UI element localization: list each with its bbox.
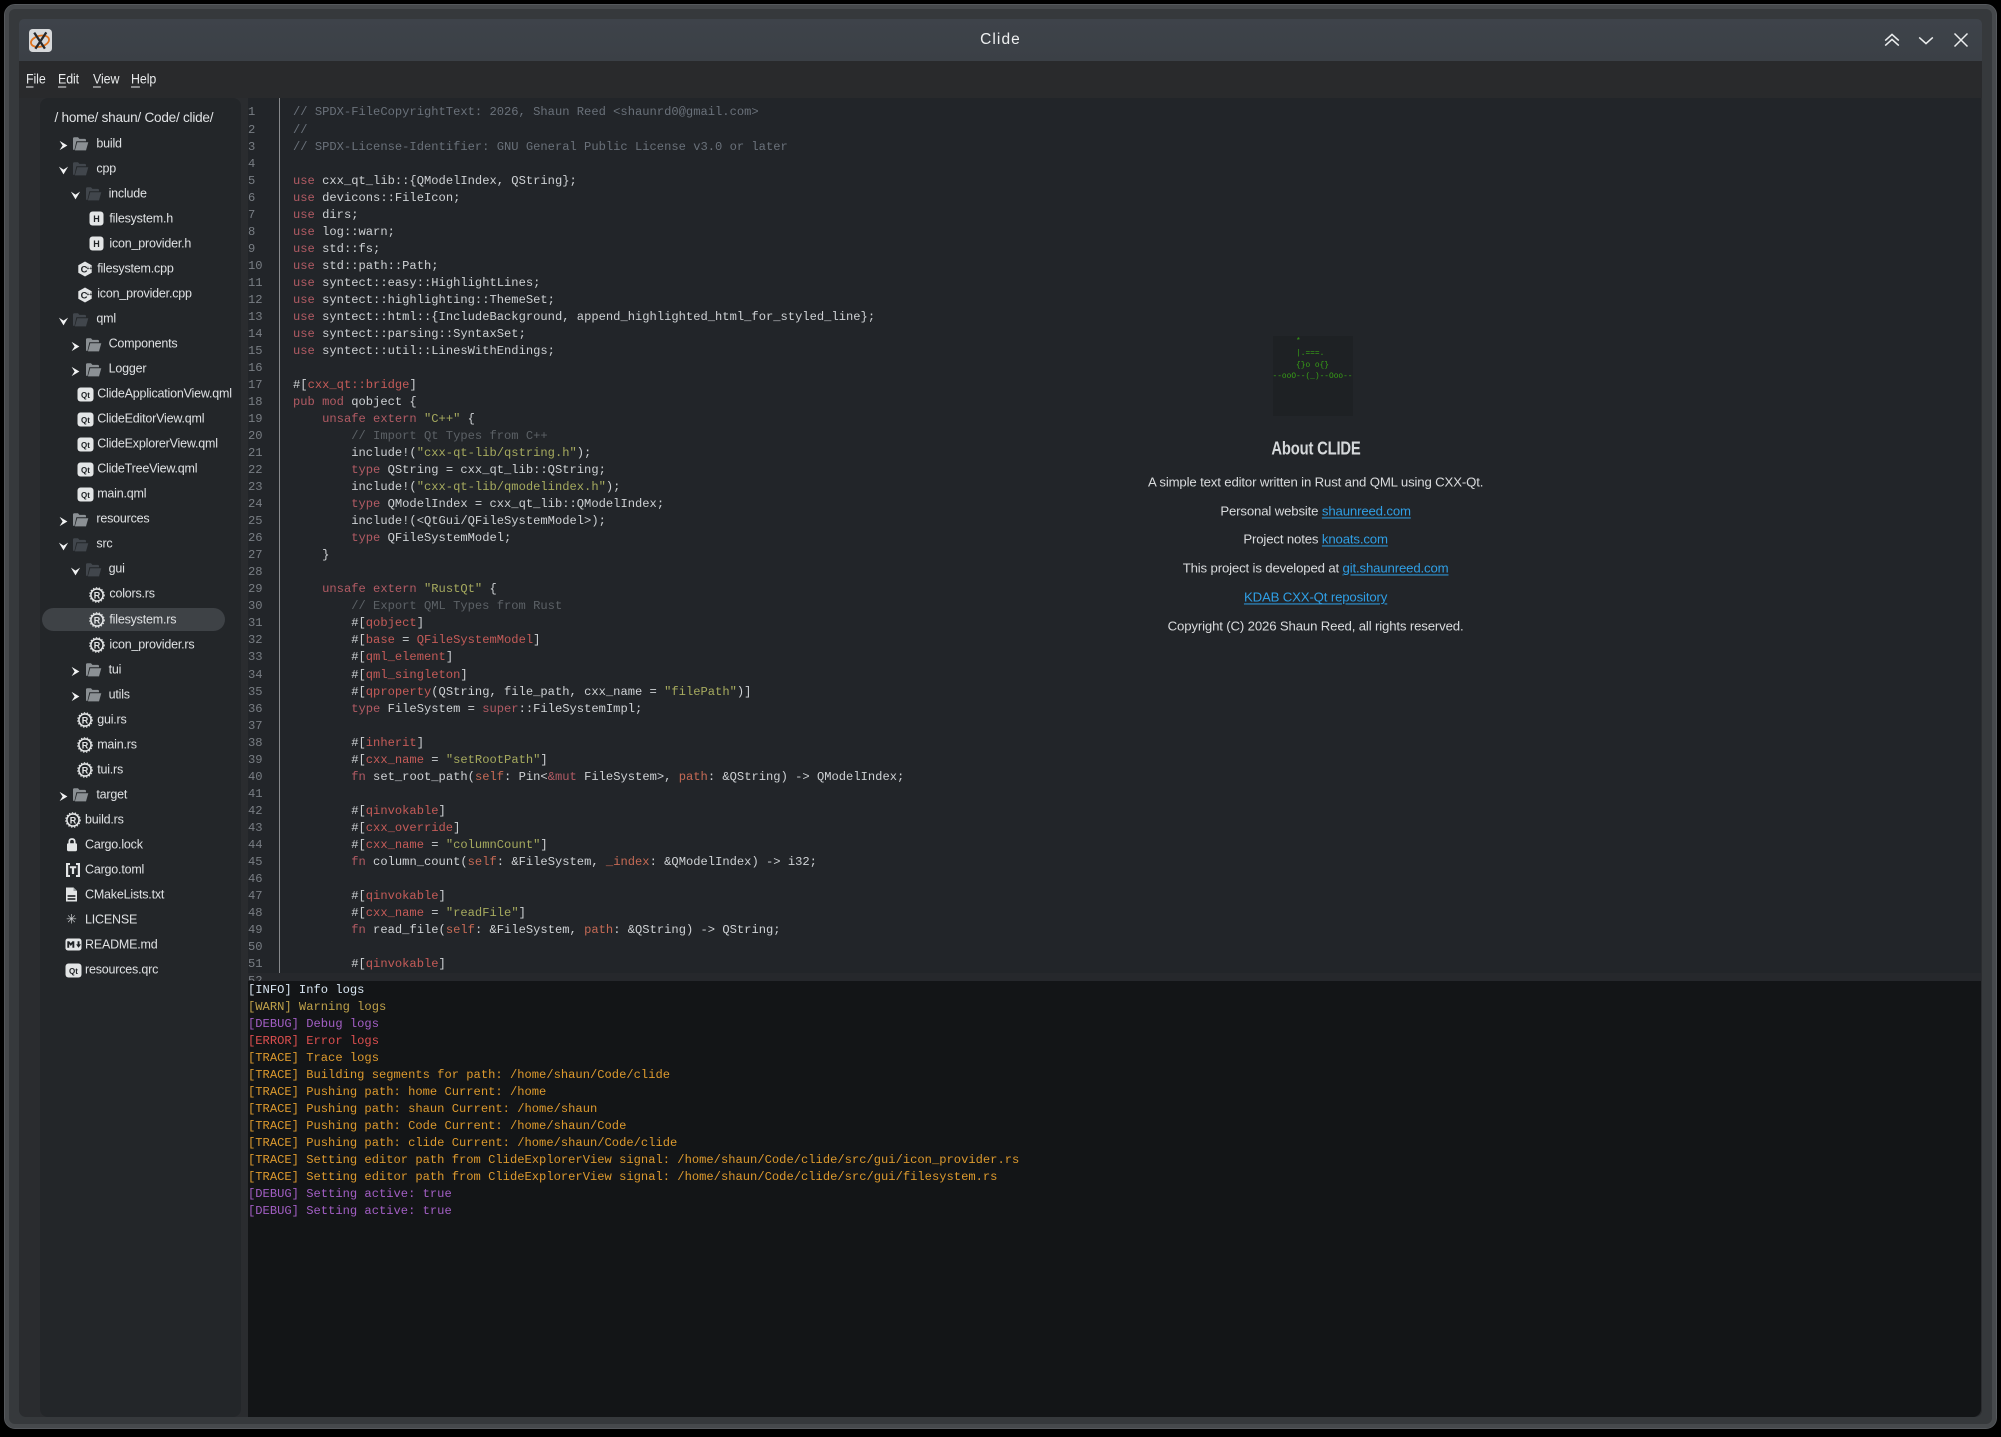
- svg-text:Qt: Qt: [81, 466, 90, 475]
- svg-text:++: ++: [86, 267, 92, 273]
- svg-text:✳: ✳: [66, 913, 77, 926]
- svg-text:++: ++: [86, 292, 92, 298]
- svg-text:H: H: [93, 214, 100, 224]
- svg-text:R: R: [81, 740, 88, 750]
- svg-text:Qt: Qt: [69, 967, 78, 976]
- svg-text:Qt: Qt: [81, 491, 90, 500]
- svg-text:R: R: [94, 590, 101, 600]
- svg-text:Qt: Qt: [81, 441, 90, 450]
- svg-text:R: R: [69, 816, 76, 826]
- svg-text:H: H: [93, 239, 100, 249]
- svg-text:Qt: Qt: [81, 416, 90, 425]
- svg-text:Qt: Qt: [81, 391, 90, 400]
- svg-text:R: R: [94, 640, 101, 650]
- svg-text:R: R: [94, 615, 101, 625]
- svg-text:R: R: [81, 715, 88, 725]
- svg-text:R: R: [81, 765, 88, 775]
